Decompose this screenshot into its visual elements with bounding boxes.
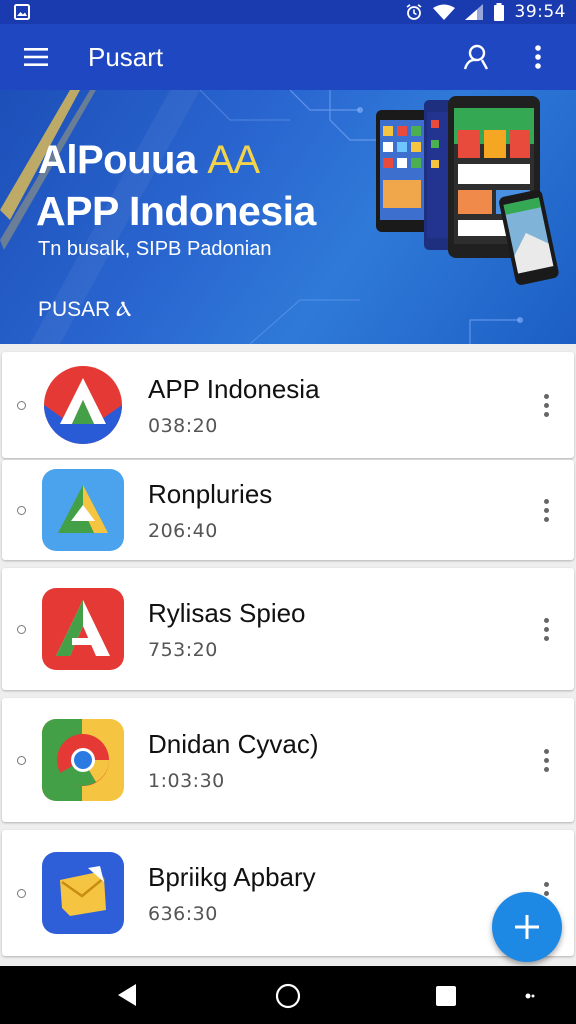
radio-bullet[interactable] <box>17 624 26 634</box>
menu-icon <box>24 48 48 66</box>
overflow-menu-button[interactable] <box>518 37 558 77</box>
yellow-folder-icon <box>42 852 124 934</box>
banner-title-line1: AlPouua AA <box>38 138 260 183</box>
radio-bullet[interactable] <box>17 400 26 410</box>
recents-icon <box>436 986 456 1006</box>
add-button[interactable] <box>492 892 562 962</box>
list-item-texts: Dnidan Cyvac) 1:03:30 <box>148 729 319 792</box>
radio-bullet[interactable] <box>17 888 26 898</box>
app-time: 038:20 <box>148 414 218 437</box>
banner-title-line2: APP Indonesia <box>36 188 316 234</box>
list-item-texts: Rylisas Spieo 753:20 <box>148 598 306 661</box>
app-time: 753:20 <box>148 638 218 661</box>
status-time: 39:54 <box>514 2 566 22</box>
home-button[interactable] <box>272 980 304 1012</box>
menu-button[interactable] <box>18 39 54 75</box>
recents-button[interactable] <box>432 982 460 1010</box>
app-time: 206:40 <box>148 519 218 542</box>
banner-title-main: AlPouua <box>38 138 208 182</box>
back-button[interactable] <box>112 980 142 1010</box>
profile-icon <box>463 44 489 70</box>
app-title: Pusart <box>88 41 164 72</box>
alarm-icon <box>405 3 423 21</box>
app-name: APP Indonesia <box>148 373 320 404</box>
list-item-texts: Bpriikg Apbary 636:30 <box>148 862 316 925</box>
red-a-icon <box>42 588 124 670</box>
blue-triangle-icon <box>42 469 124 551</box>
system-nav-bar <box>0 966 576 1024</box>
screen: 39:54 Pusart AlPouua AA APP Indonesia Tn… <box>0 0 576 1024</box>
battery-icon <box>493 3 505 21</box>
item-more-button[interactable] <box>534 609 558 649</box>
app-name: Ronpluries <box>148 478 273 509</box>
back-icon <box>118 984 136 1006</box>
radio-bullet[interactable] <box>17 755 26 765</box>
dot-icon <box>525 993 535 999</box>
image-icon <box>14 4 30 20</box>
banner-subtitle: Tn busalk, SIPB Padonian <box>38 238 272 260</box>
app-time: 636:30 <box>148 902 218 925</box>
assistant-button[interactable] <box>522 988 538 1004</box>
item-more-button[interactable] <box>534 385 558 425</box>
list-item[interactable]: Dnidan Cyvac) 1:03:30 <box>2 698 574 822</box>
item-more-button[interactable] <box>534 490 558 530</box>
app-name: Dnidan Cyvac) <box>148 728 319 759</box>
promo-banner[interactable]: AlPouua AA APP Indonesia Tn busalk, SIPB… <box>0 90 576 344</box>
list-item[interactable]: Ronpluries 206:40 <box>2 460 574 560</box>
more-vert-icon <box>535 45 541 69</box>
list-item-texts: APP Indonesia 038:20 <box>148 374 320 437</box>
status-bar: 39:54 <box>0 0 576 24</box>
list-item[interactable]: APP Indonesia 038:20 <box>2 352 574 458</box>
list-item[interactable]: Rylisas Spieo 753:20 <box>2 568 574 690</box>
app-name: Bpriikg Apbary <box>148 861 316 892</box>
radio-bullet[interactable] <box>17 505 26 515</box>
wifi-icon <box>432 4 455 20</box>
app-name: Rylisas Spieo <box>148 597 306 628</box>
banner-brand: PUSAR Ⲁ <box>38 298 132 321</box>
list-item-texts: Ronpluries 206:40 <box>148 479 272 542</box>
signal-icon <box>464 4 483 20</box>
banner-title-accent: AA <box>207 138 260 182</box>
smartphones-illustration <box>376 96 559 285</box>
item-more-button[interactable] <box>534 740 558 780</box>
list-item[interactable]: Bpriikg Apbary 636:30 <box>2 830 574 956</box>
red-blue-a-icon <box>44 366 122 444</box>
app-bar: Pusart <box>0 24 576 90</box>
plus-icon <box>515 915 539 939</box>
chrome-icon <box>42 719 124 801</box>
home-icon <box>275 983 301 1009</box>
app-time: 1:03:30 <box>148 769 225 792</box>
profile-button[interactable] <box>456 37 496 77</box>
